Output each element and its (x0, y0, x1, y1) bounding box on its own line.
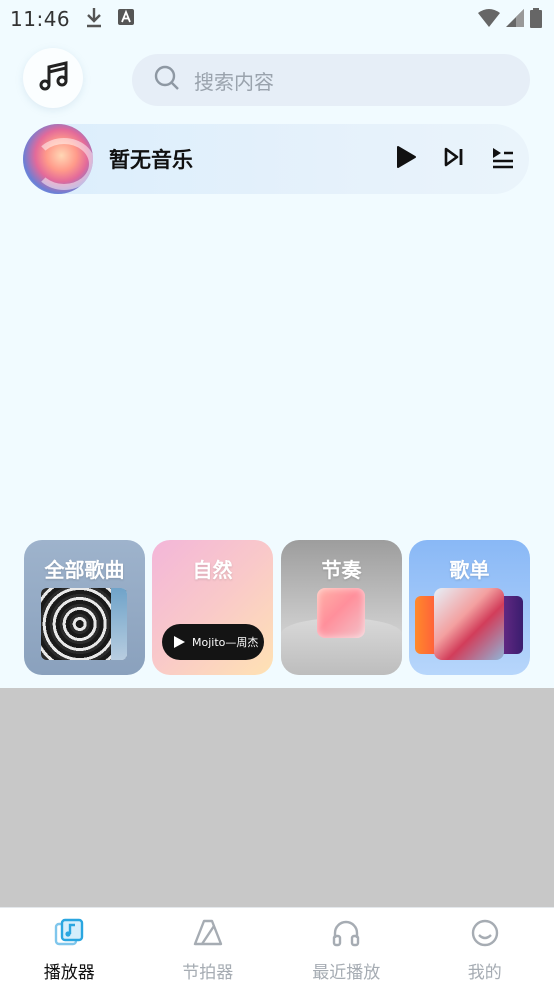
tunnel-image (41, 588, 127, 660)
now-playing-title: 暂无音乐 (109, 148, 193, 172)
category-card-playlist[interactable]: 歌单 (409, 540, 530, 675)
category-card-all-songs[interactable]: 全部歌曲 (24, 540, 145, 675)
nav-label: 节拍器 (182, 963, 234, 983)
playlist-button[interactable] (491, 145, 515, 173)
search-input[interactable]: 搜索内容 (132, 54, 530, 106)
category-card-nature[interactable]: 自然 Mojito—周杰 (152, 540, 273, 675)
category-label: 节奏 (321, 558, 362, 582)
nav-item-recent[interactable]: 最近播放 (277, 908, 416, 984)
search-placeholder: 搜索内容 (194, 69, 274, 94)
download-icon (84, 6, 104, 32)
nav-label: 播放器 (43, 963, 95, 983)
play-button[interactable] (395, 145, 417, 173)
abstract-art-front (434, 588, 504, 660)
music-logo-button[interactable] (23, 48, 83, 108)
bottom-navigation: 播放器 节拍器 最近播放 我的 (0, 907, 554, 984)
now-playing-pill[interactable]: Mojito—周杰 (162, 624, 264, 660)
nav-item-mine[interactable]: 我的 (416, 908, 554, 984)
metronome-icon (192, 918, 224, 952)
nav-label: 我的 (467, 963, 502, 983)
album-cover[interactable] (23, 124, 93, 194)
status-bar: 11:46 (0, 0, 554, 38)
nav-label: 最近播放 (312, 963, 381, 983)
music-notes-icon (36, 59, 70, 97)
play-icon (174, 636, 185, 648)
smiley-icon (470, 918, 500, 952)
mini-player[interactable]: 暂无音乐 (23, 124, 529, 194)
playlist-icon (493, 148, 513, 169)
search-icon (154, 65, 180, 95)
category-card-rhythm[interactable]: 节奏 (281, 540, 402, 675)
keyboard-a-icon (118, 9, 135, 29)
wifi-icon (478, 9, 500, 31)
nav-item-player[interactable]: 播放器 (0, 908, 139, 984)
signal-icon (506, 9, 524, 31)
category-label: 自然 (192, 558, 233, 582)
battery-icon (530, 8, 542, 32)
category-label: 歌单 (449, 558, 490, 582)
category-label: 全部歌曲 (44, 558, 125, 582)
content-placeholder-area (0, 688, 554, 907)
skip-next-icon (444, 147, 463, 167)
nav-item-metronome[interactable]: 节拍器 (139, 908, 278, 984)
jelly-cube-image (317, 588, 365, 638)
music-note-icon (54, 918, 84, 952)
status-time: 11:46 (10, 7, 71, 31)
pill-song-title: Mojito—周杰 (192, 636, 259, 649)
headphones-icon (331, 918, 361, 952)
play-icon (397, 146, 416, 168)
category-cards: 全部歌曲 自然 Mojito—周杰 节奏 歌单 (24, 540, 530, 675)
next-button[interactable] (443, 146, 465, 172)
